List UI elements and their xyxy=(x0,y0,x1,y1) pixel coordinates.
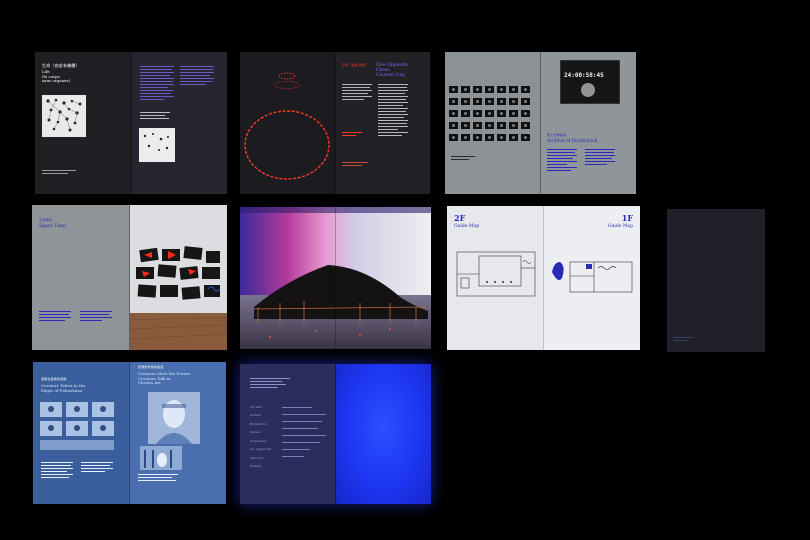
right-page: 音樂創作者的對話 Creators Meet the Future Creato… xyxy=(130,362,226,504)
body-text-col2 xyxy=(80,311,112,323)
credit-label: Curator xyxy=(250,405,263,409)
body-text-purple-col2 xyxy=(180,66,214,87)
credit-label: Artists xyxy=(250,413,261,418)
credit-label: Design xyxy=(250,464,262,469)
section-heading-zh-right: 音樂創作者的對話 xyxy=(138,365,164,369)
right-page-1f: 1F Guide Map xyxy=(544,206,640,350)
left-page xyxy=(240,52,335,194)
caption-lines xyxy=(451,156,481,162)
magazine-spread-mound-photo xyxy=(240,207,431,349)
left-page-2f: 2F Guide Map xyxy=(447,206,543,350)
left-page-credits: Curator Artists Exhibition Venue Organiz… xyxy=(240,364,335,504)
credit-label: Organizer xyxy=(250,438,267,443)
credits-header xyxy=(250,378,290,390)
cover-logo-marks xyxy=(717,341,757,352)
portrait-photo-small xyxy=(140,446,182,470)
death-clock-counter: 24:00:58:45 xyxy=(564,72,604,79)
floor-label-2f: 2F xyxy=(454,213,466,223)
body-text-white xyxy=(140,112,174,121)
left-page xyxy=(445,52,540,194)
right-page: 24:00:58:45 死亡計時檔案 Archive of Deathclock xyxy=(541,52,636,194)
red-ring-installation xyxy=(244,72,330,180)
section-title: Archive of Deathclock xyxy=(547,139,598,144)
right-page: 空間（裂縫·間隔） Five Opposite Chess Counter Ga… xyxy=(336,52,430,194)
section-title-left: Creators Talent in the Edges of Fukushim… xyxy=(41,383,86,393)
section-heading-zh: 空間（裂縫·間隔） xyxy=(342,63,369,67)
red-caption xyxy=(342,132,364,138)
cover-colophon xyxy=(673,337,695,343)
body-text-col1 xyxy=(342,84,372,102)
body-text-col2 xyxy=(585,149,615,167)
right-page xyxy=(132,52,227,194)
section-title: Space Time xyxy=(39,224,66,229)
right-page-blue xyxy=(336,364,431,504)
credit-label: Venue xyxy=(250,430,261,435)
floor-plan-2f xyxy=(456,251,536,297)
caption-lines xyxy=(42,170,82,176)
artwork-photo-small xyxy=(139,128,175,162)
section-title-line3: Counter Gap xyxy=(376,73,406,78)
death-clock-screen: 24:00:58:45 xyxy=(560,60,620,104)
magazine-spread-creators: 游移在藝術的邊緣 Creators Talent in the Edges of… xyxy=(33,362,226,504)
magazine-spread-deathclock: 24:00:58:45 死亡計時檔案 Archive of Deathclock xyxy=(445,52,636,194)
section-heading-zh: 空間時間 xyxy=(39,218,52,222)
performance-photo-grid xyxy=(40,402,114,450)
guide-map-title-left: Guide Map xyxy=(454,224,480,229)
right-page-photo xyxy=(130,205,227,350)
left-page: 生命（宛若有機體） Life (le corps sans organes) xyxy=(35,52,131,194)
credit-label: Exhibition xyxy=(250,421,267,426)
credit-label: Co-organizer xyxy=(250,447,272,452)
section-title: Life (le corps sans organes) xyxy=(42,69,71,84)
portrait-photo xyxy=(148,392,200,444)
body-text-right xyxy=(138,474,178,483)
installation-photo-screens xyxy=(130,205,227,350)
magazine-spread-counter-gap: 空間（裂縫·間隔） Five Opposite Chess Counter Ga… xyxy=(240,52,430,194)
magazine-spread-guide-map: 2F Guide Map 1F Guide Map xyxy=(447,206,640,350)
body-text-red-bottom xyxy=(342,162,372,168)
floor-plan-1f xyxy=(552,261,633,293)
body-text-col1 xyxy=(39,311,71,323)
magazine-back-cover xyxy=(667,209,765,352)
section-heading-zh: 死亡計時檔案 xyxy=(547,133,567,137)
left-page: 空間時間 Space Time xyxy=(32,205,129,350)
section-title-right: Creators Meet the Future Creators Talk i… xyxy=(138,371,191,386)
magazine-spread-credits: Curator Artists Exhibition Venue Organiz… xyxy=(240,364,431,504)
magazine-spread-life: 生命（宛若有機體） Life (le corps sans organes) xyxy=(35,52,227,194)
body-text-col1 xyxy=(547,149,577,173)
left-page: 游移在藝術的邊緣 Creators Talent in the Edges of… xyxy=(33,362,129,504)
guide-map-title-right: Guide Map xyxy=(607,224,633,229)
tv-monitor-grid xyxy=(449,86,530,141)
body-text-col1 xyxy=(41,462,73,480)
artwork-photo xyxy=(42,95,86,137)
body-text-col2 xyxy=(81,462,113,474)
credits-list: Curator Artists Exhibition Venue Organiz… xyxy=(250,405,272,474)
credits-values xyxy=(282,407,328,463)
section-heading-zh: 生命（宛若有機體） xyxy=(42,63,80,68)
body-text-purple-col1 xyxy=(140,66,174,102)
credit-label: Sponsor xyxy=(250,455,264,460)
magazine-spread-space-time: 空間時間 Space Time xyxy=(32,205,227,350)
body-text-col2 xyxy=(378,84,408,138)
floor-label-1f: 1F xyxy=(621,213,633,223)
section-heading-zh-left: 游移在藝術的邊緣 xyxy=(41,377,67,381)
